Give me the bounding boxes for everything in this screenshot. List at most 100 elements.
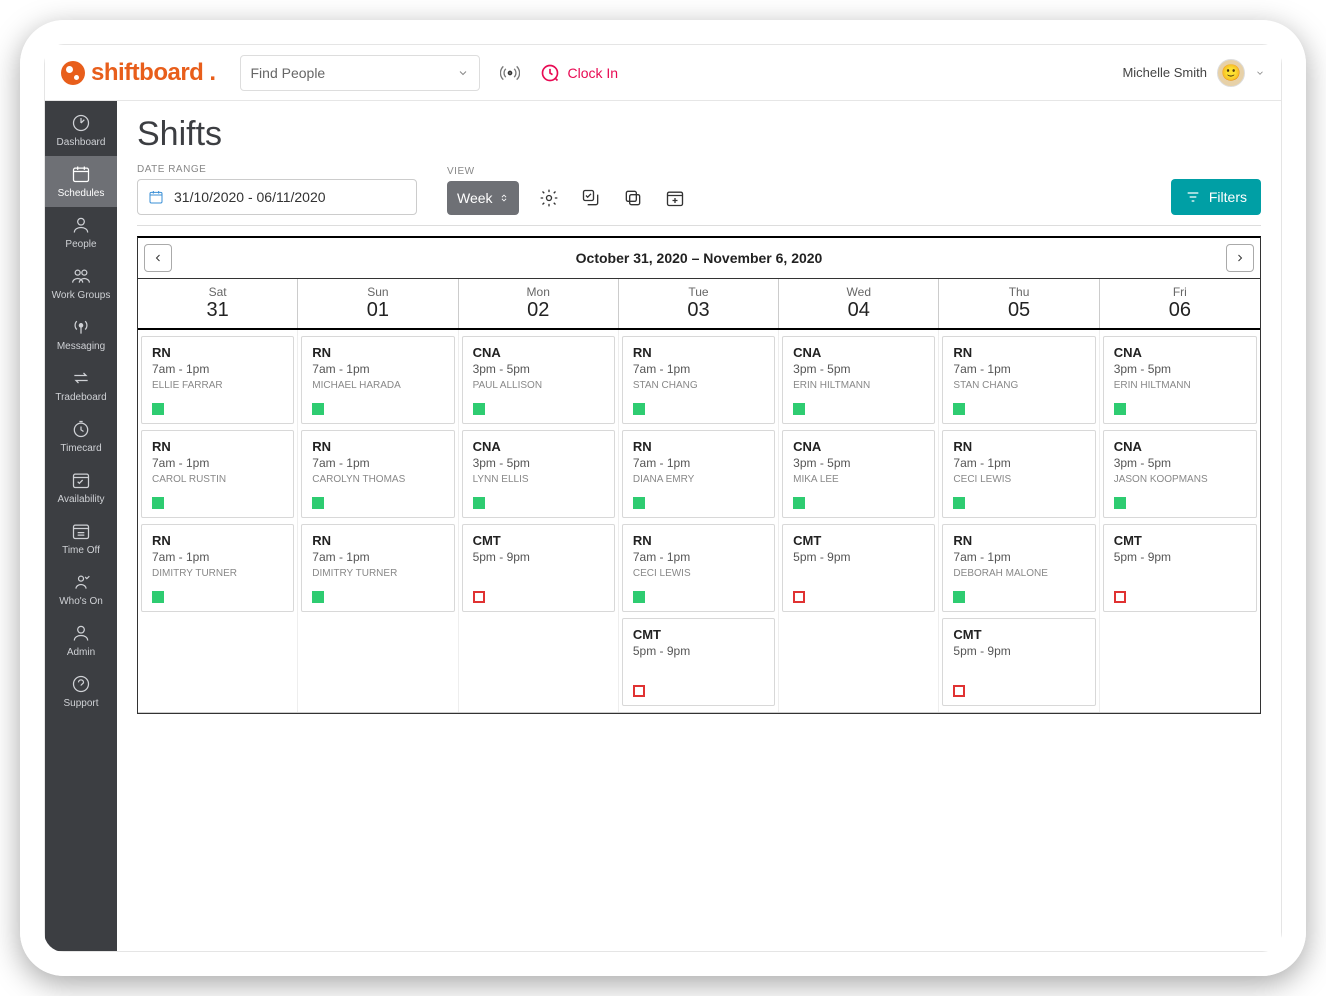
sidebar-item-schedules[interactable]: Schedules	[45, 156, 117, 207]
chevron-left-icon	[152, 252, 164, 264]
shift-time: 3pm - 5pm	[1114, 362, 1246, 378]
clock-icon	[540, 63, 560, 83]
divider	[137, 225, 1261, 226]
sidebar-item-admin[interactable]: Admin	[45, 615, 117, 666]
brand-text: shiftboard	[91, 59, 203, 87]
shift-card[interactable]: RN7am - 1pmCECI LEWIS	[942, 430, 1095, 518]
sidebar-item-timeoff[interactable]: Time Off	[45, 513, 117, 564]
shift-role: RN	[633, 439, 764, 456]
workgroups-icon	[71, 266, 91, 286]
shift-card[interactable]: CMT5pm - 9pm	[782, 524, 935, 612]
filters-button[interactable]: Filters	[1171, 179, 1261, 215]
sidebar-item-whoson[interactable]: Who's On	[45, 564, 117, 615]
shift-role: CNA	[473, 345, 604, 362]
sidebar-item-label: Support	[63, 698, 98, 709]
shift-role: CNA	[473, 439, 604, 456]
sidebar-item-messaging[interactable]: Messaging	[45, 309, 117, 360]
shift-card[interactable]: RN7am - 1pmCECI LEWIS	[622, 524, 775, 612]
messaging-icon	[71, 317, 91, 337]
shift-card[interactable]: CNA3pm - 5pmJASON KOOPMANS	[1103, 430, 1257, 518]
shift-role: CMT	[633, 627, 764, 644]
shift-card[interactable]: CNA3pm - 5pmERIN HILTMANN	[1103, 336, 1257, 424]
sidebar-item-people[interactable]: People	[45, 207, 117, 258]
shift-card[interactable]: RN7am - 1pmMICHAEL HARADA	[301, 336, 454, 424]
shift-time: 7am - 1pm	[312, 362, 443, 378]
shift-person: ELLIE FARRAR	[152, 379, 283, 392]
day-header: Wed04	[779, 279, 939, 328]
sidebar-item-workgroups[interactable]: Work Groups	[45, 258, 117, 309]
shift-time: 7am - 1pm	[633, 456, 764, 472]
sidebar-item-label: Messaging	[57, 341, 105, 352]
shift-card[interactable]: RN7am - 1pmCAROL RUSTIN	[141, 430, 294, 518]
tradeboard-icon	[71, 368, 91, 388]
shift-card[interactable]: CMT5pm - 9pm	[1103, 524, 1257, 612]
date-range-input[interactable]: 31/10/2020 - 06/11/2020	[137, 179, 417, 215]
shift-person: DEBORAH MALONE	[953, 567, 1084, 580]
add-shift-button[interactable]	[663, 186, 687, 210]
sidebar-item-label: Tradeboard	[55, 392, 106, 403]
day-number: 05	[1008, 299, 1030, 321]
sidebar-item-label: Admin	[67, 647, 95, 658]
shift-card[interactable]: RN7am - 1pmCAROLYN THOMAS	[301, 430, 454, 518]
shift-role: CMT	[473, 533, 604, 550]
shift-time: 3pm - 5pm	[473, 362, 604, 378]
shift-card[interactable]: CMT5pm - 9pm	[942, 618, 1095, 706]
shift-time: 3pm - 5pm	[793, 456, 924, 472]
status-chip-green	[633, 591, 645, 603]
tablet-frame: shiftboard. Find People Clock In Michell…	[20, 20, 1306, 976]
shift-card[interactable]: CMT5pm - 9pm	[622, 618, 775, 706]
shift-time: 7am - 1pm	[633, 362, 764, 378]
sidebar-item-label: Schedules	[58, 188, 105, 199]
shift-card[interactable]: RN7am - 1pmDIMITRY TURNER	[141, 524, 294, 612]
shift-card[interactable]: RN7am - 1pmDIANA EMRY	[622, 430, 775, 518]
status-chip-green	[152, 403, 164, 415]
copy-button[interactable]	[621, 186, 645, 210]
user-menu[interactable]: Michelle Smith 🙂	[1122, 59, 1265, 87]
shift-card[interactable]: CNA3pm - 5pmMIKA LEE	[782, 430, 935, 518]
shift-card[interactable]: CMT5pm - 9pm	[462, 524, 615, 612]
availability-icon	[71, 470, 91, 490]
settings-button[interactable]	[537, 186, 561, 210]
sidebar-item-dashboard[interactable]: Dashboard	[45, 105, 117, 156]
status-chip-green	[953, 497, 965, 509]
next-week-button[interactable]	[1226, 244, 1254, 272]
shift-person: ERIN HILTMANN	[1114, 379, 1246, 392]
day-header: Tue03	[619, 279, 779, 328]
view-select[interactable]: Week	[447, 181, 519, 215]
clock-in-button[interactable]: Clock In	[540, 63, 619, 83]
chevron-down-icon	[1255, 68, 1265, 78]
shift-role: CNA	[1114, 345, 1246, 362]
day-number: 04	[848, 299, 870, 321]
shift-card[interactable]: RN7am - 1pmDIMITRY TURNER	[301, 524, 454, 612]
sidebar-item-support[interactable]: Support	[45, 666, 117, 717]
shift-person: CECI LEWIS	[633, 567, 764, 580]
topbar: shiftboard. Find People Clock In Michell…	[45, 45, 1281, 101]
broadcast-icon[interactable]	[498, 61, 522, 85]
shift-person: DIANA EMRY	[633, 473, 764, 486]
day-column: RN7am - 1pmMICHAEL HARADARN7am - 1pmCARO…	[298, 330, 458, 712]
shift-person: LYNN ELLIS	[473, 473, 604, 486]
shift-card[interactable]: RN7am - 1pmDEBORAH MALONE	[942, 524, 1095, 612]
shift-card[interactable]: CNA3pm - 5pmERIN HILTMANN	[782, 336, 935, 424]
sidebar-item-availability[interactable]: Availability	[45, 462, 117, 513]
day-of-week: Sun	[298, 285, 457, 299]
people-icon	[71, 215, 91, 235]
find-people-select[interactable]: Find People	[240, 55, 480, 91]
prev-week-button[interactable]	[144, 244, 172, 272]
day-number: 01	[367, 299, 389, 321]
sidebar-item-tradeboard[interactable]: Tradeboard	[45, 360, 117, 411]
sidebar-item-label: Dashboard	[57, 137, 106, 148]
day-column: CNA3pm - 5pmERIN HILTMANNCNA3pm - 5pmJAS…	[1100, 330, 1260, 712]
shift-person: CAROLYN THOMAS	[312, 473, 443, 486]
day-number: 02	[527, 299, 549, 321]
day-header: Sat31	[138, 279, 298, 328]
shift-card[interactable]: RN7am - 1pmSTAN CHANG	[622, 336, 775, 424]
shift-card[interactable]: CNA3pm - 5pmLYNN ELLIS	[462, 430, 615, 518]
sidebar-item-timecard[interactable]: Timecard	[45, 411, 117, 462]
shift-card[interactable]: CNA3pm - 5pmPAUL ALLISON	[462, 336, 615, 424]
multi-select-button[interactable]	[579, 186, 603, 210]
sidebar-item-label: People	[65, 239, 96, 250]
brand-logo[interactable]: shiftboard.	[61, 59, 216, 87]
shift-card[interactable]: RN7am - 1pmSTAN CHANG	[942, 336, 1095, 424]
shift-card[interactable]: RN7am - 1pmELLIE FARRAR	[141, 336, 294, 424]
